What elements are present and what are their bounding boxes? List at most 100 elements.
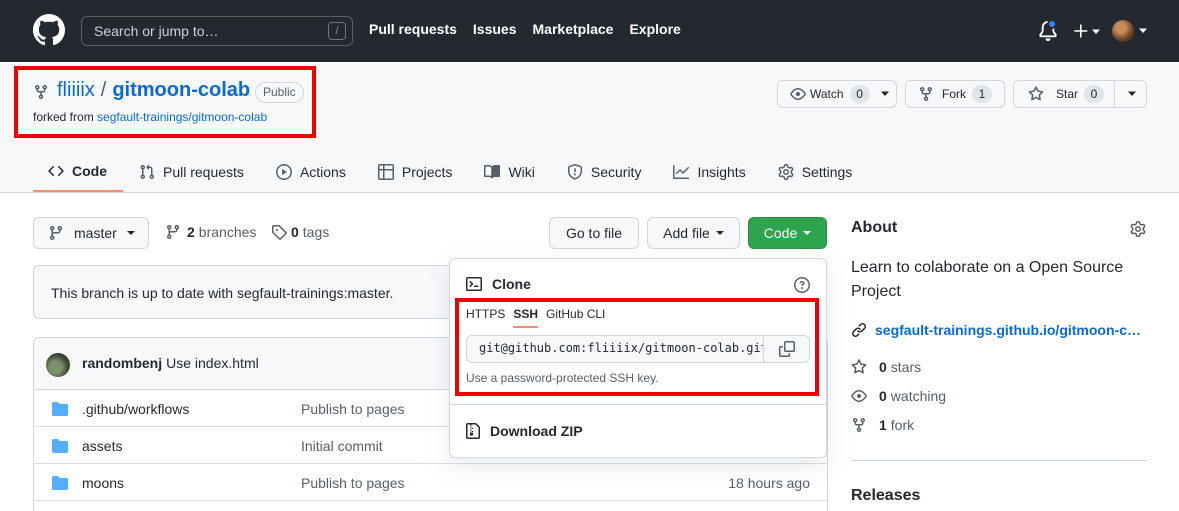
- chevron-down-icon: [715, 231, 724, 235]
- tab-label: Projects: [401, 164, 453, 180]
- chevron-down-icon: [126, 231, 135, 235]
- nav-explore[interactable]: Explore: [629, 21, 680, 37]
- watch-counter: 0: [849, 85, 870, 103]
- download-zip-button[interactable]: Download ZIP: [466, 423, 583, 439]
- eye-icon: [790, 88, 806, 100]
- star-label: Star: [1056, 87, 1079, 101]
- avatar[interactable]: [46, 353, 70, 377]
- stars-link[interactable]: 0 stars: [851, 359, 921, 375]
- table-icon: [377, 164, 394, 180]
- graph-icon: [673, 165, 690, 179]
- code-button[interactable]: Code: [748, 217, 827, 249]
- commit-author[interactable]: randombenj: [82, 355, 162, 371]
- git-branch-icon: [166, 225, 179, 240]
- nav-marketplace[interactable]: Marketplace: [533, 21, 614, 37]
- nav-issues[interactable]: Issues: [473, 21, 517, 37]
- add-file-label: Add file: [663, 225, 710, 241]
- file-name[interactable]: .github/workflows: [82, 401, 189, 417]
- fork-counter: 1: [972, 85, 992, 103]
- watching-count: 0: [879, 388, 887, 404]
- terminal-icon: [466, 277, 482, 291]
- branch-status-text: This branch is up to date with segfault-…: [51, 285, 394, 301]
- chevron-down-icon: [1139, 28, 1147, 33]
- tab-security[interactable]: Security: [551, 152, 658, 192]
- gear-icon[interactable]: [1130, 221, 1146, 237]
- tab-settings[interactable]: Settings: [762, 152, 869, 192]
- fork-button[interactable]: Fork 1: [905, 80, 1005, 108]
- tab-pull-requests[interactable]: Pull requests: [123, 152, 260, 192]
- table-row[interactable]: moons Publish to pages 18 hours ago: [34, 464, 827, 501]
- link-icon: [852, 323, 866, 337]
- pull-request-icon: [140, 164, 155, 180]
- git-branch-icon: [49, 226, 62, 241]
- folder-icon: [52, 476, 68, 490]
- file-name[interactable]: assets: [82, 438, 122, 454]
- clone-header: Clone: [466, 276, 531, 292]
- book-icon: [484, 164, 501, 179]
- branches-count: 2: [187, 224, 195, 240]
- chevron-down-icon: [803, 231, 812, 235]
- branch-select-button[interactable]: master: [33, 217, 149, 249]
- search-input[interactable]: Search or jump to… /: [81, 16, 353, 46]
- file-name-prefix: .github/: [82, 401, 128, 417]
- star-button[interactable]: Star 0: [1013, 80, 1147, 108]
- homepage-link[interactable]: segfault-trainings.github.io/gitmoon-c…: [851, 322, 1141, 338]
- create-new-plus-icon[interactable]: [1072, 20, 1102, 42]
- file-name[interactable]: moons: [82, 475, 124, 491]
- file-commit-message[interactable]: Initial commit: [301, 438, 383, 454]
- question-icon[interactable]: [794, 277, 810, 293]
- add-file-button[interactable]: Add file: [647, 217, 740, 249]
- star-counter: 0: [1084, 85, 1105, 103]
- play-icon: [275, 164, 292, 180]
- tab-projects[interactable]: Projects: [362, 152, 469, 192]
- file-commit-message[interactable]: Publish to pages: [301, 475, 405, 491]
- user-menu[interactable]: [1112, 18, 1148, 44]
- releases-heading[interactable]: Releases: [851, 487, 920, 505]
- tab-label: Settings: [801, 164, 853, 180]
- folder-icon: [52, 439, 68, 453]
- notification-indicator: [1047, 19, 1057, 29]
- highlight-box-repo-title: [14, 66, 316, 138]
- repo-tabs: Code Pull requests Actions Projects Wiki…: [33, 152, 868, 192]
- tab-wiki[interactable]: Wiki: [468, 152, 550, 192]
- highlight-box-clone-ssh: [455, 298, 819, 396]
- forks-label: fork: [890, 417, 915, 433]
- branch-status-box: This branch is up to date with segfault-…: [33, 265, 453, 319]
- forks-count: 1: [879, 417, 887, 433]
- tab-label: Security: [590, 164, 642, 180]
- tab-label: Wiki: [508, 164, 535, 180]
- branches-label: branches: [198, 224, 257, 240]
- file-commit-time: 18 hours ago: [728, 475, 810, 491]
- chevron-down-icon[interactable]: [1127, 90, 1137, 98]
- stars-label: stars: [890, 359, 922, 375]
- watching-link[interactable]: 0 watching: [851, 388, 946, 404]
- shield-icon: [567, 164, 582, 180]
- tags-link[interactable]: 0 tags: [271, 224, 329, 240]
- tags-label: tags: [302, 224, 330, 240]
- tab-label: Actions: [299, 164, 346, 180]
- file-name-leaf: workflows: [127, 401, 190, 417]
- stars-count: 0: [879, 359, 887, 375]
- commit-message[interactable]: Use index.html: [166, 355, 259, 371]
- star-icon: [851, 359, 867, 374]
- branches-link[interactable]: 2 branches: [165, 224, 256, 240]
- repo-forked-icon: [853, 418, 865, 433]
- watch-button[interactable]: Watch 0: [777, 80, 897, 108]
- github-logo-icon[interactable]: [33, 14, 65, 46]
- repo-forked-icon: [920, 87, 932, 102]
- tab-label: Code: [72, 163, 107, 179]
- forks-link[interactable]: 1 fork: [851, 417, 914, 433]
- nav-pull-requests[interactable]: Pull requests: [369, 21, 457, 37]
- watching-label: watching: [890, 388, 947, 404]
- file-commit-message[interactable]: Publish to pages: [301, 401, 405, 417]
- go-to-file-button[interactable]: Go to file: [549, 217, 639, 249]
- global-header: Search or jump to… / Pull requests Issue…: [0, 0, 1179, 62]
- tab-insights[interactable]: Insights: [657, 152, 761, 192]
- go-to-file-label: Go to file: [565, 225, 623, 241]
- about-description: Learn to colaborate on a Open Source Pro…: [851, 259, 1124, 300]
- folder-icon: [52, 402, 68, 416]
- tab-code[interactable]: Code: [33, 152, 123, 192]
- homepage-url: segfault-trainings.github.io/gitmoon-c…: [875, 322, 1141, 338]
- divider: [450, 404, 826, 405]
- tab-actions[interactable]: Actions: [260, 152, 362, 192]
